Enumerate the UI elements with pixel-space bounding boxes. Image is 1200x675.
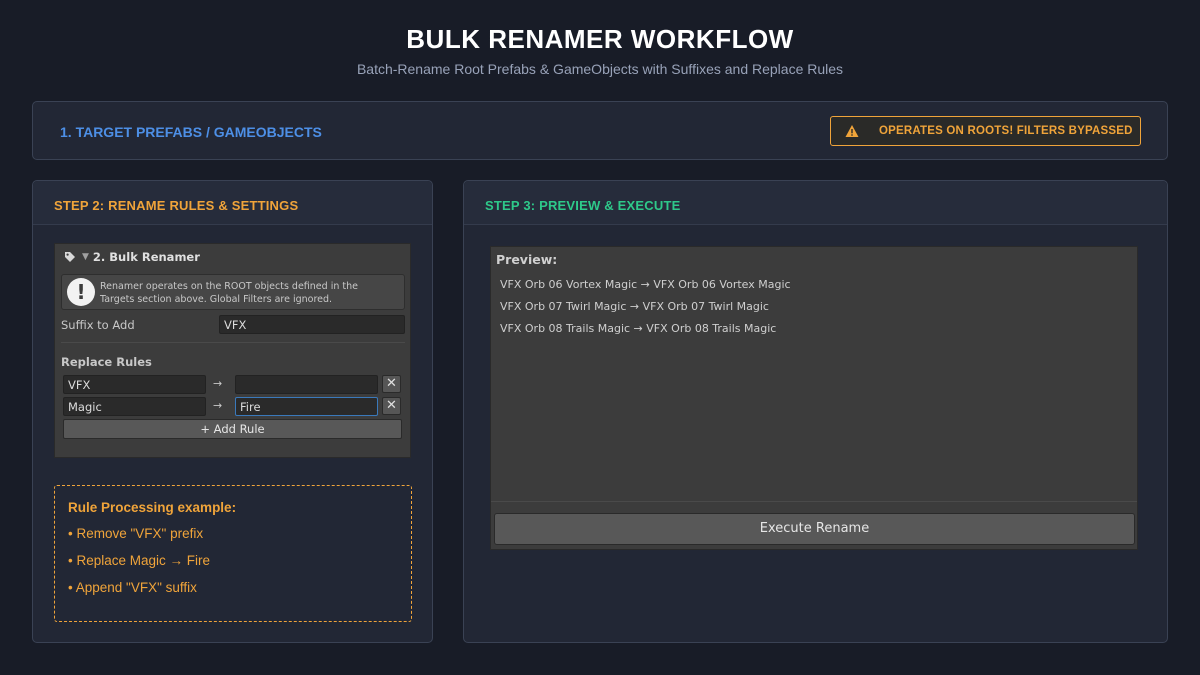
execute-rename-button[interactable]: Execute Rename: [494, 513, 1135, 545]
section-divider: [61, 342, 405, 343]
preview-execute-panel: STEP 3: PREVIEW & EXECUTE Preview: VFX O…: [463, 180, 1168, 643]
preview-divider: [491, 501, 1137, 502]
rule-replace-input[interactable]: [235, 375, 378, 394]
page-subtitle: Batch-Rename Root Prefabs & GameObjects …: [356, 61, 844, 77]
target-panel: 1. TARGET PREFABS / GAMEOBJECTS OPERATES…: [32, 101, 1168, 160]
rule-arrow-icon: →: [213, 377, 223, 390]
suffix-label: Suffix to Add: [61, 318, 135, 332]
suffix-input[interactable]: VFX: [219, 315, 405, 334]
rule-example-line: • Replace Magic → Fire: [68, 553, 211, 568]
preview-line: VFX Orb 06 Vortex Magic → VFX Orb 06 Vor…: [500, 278, 791, 291]
preview-line: VFX Orb 08 Trails Magic → VFX Orb 08 Tra…: [500, 322, 777, 335]
rule-arrow-icon: →: [213, 399, 223, 412]
info-exclamation-icon: !: [67, 278, 95, 306]
preview-area: Preview: VFX Orb 06 Vortex Magic → VFX O…: [490, 246, 1138, 550]
page-title: BULK RENAMER WORKFLOW: [406, 24, 794, 54]
remove-rule-button[interactable]: ✕: [382, 397, 401, 415]
bulk-renamer-inspector: ▼ 2. Bulk Renamer ! Renamer operates on …: [54, 243, 411, 458]
preview-line: VFX Orb 07 Twirl Magic → VFX Orb 07 Twir…: [500, 300, 769, 313]
remove-rule-button[interactable]: ✕: [382, 375, 401, 393]
target-panel-title: 1. TARGET PREFABS / GAMEOBJECTS: [60, 124, 322, 140]
rule-find-input[interactable]: VFX: [63, 375, 206, 394]
preview-label: Preview:: [496, 252, 558, 267]
foldout-arrow-icon: ▼: [82, 252, 89, 262]
roots-warning-badge: OPERATES ON ROOTS! FILTERS BYPASSED: [830, 116, 1141, 146]
rule-replace-input[interactable]: Fire: [235, 397, 378, 416]
preview-execute-panel-title: STEP 3: PREVIEW & EXECUTE: [464, 181, 1167, 225]
help-box: ! Renamer operates on the ROOT objects d…: [61, 274, 405, 310]
help-text: Renamer operates on the ROOT objects def…: [100, 281, 358, 305]
rule-example-line: • Append "VFX" suffix: [68, 580, 197, 595]
rule-example-title: Rule Processing example:: [68, 500, 237, 515]
rule-find-input[interactable]: Magic: [63, 397, 206, 416]
warning-triangle-icon: [845, 125, 859, 137]
replace-rules-label: Replace Rules: [61, 355, 152, 369]
rule-example-box: Rule Processing example: • Remove "VFX" …: [54, 485, 412, 622]
roots-warning-text: OPERATES ON ROOTS! FILTERS BYPASSED: [879, 125, 1133, 137]
rename-rules-panel: STEP 2: RENAME RULES & SETTINGS ▼ 2. Bul…: [32, 180, 433, 643]
tag-icon: [65, 252, 75, 262]
bulk-renamer-header-label: 2. Bulk Renamer: [92, 250, 200, 264]
rule-example-line: • Remove "VFX" prefix: [68, 526, 204, 541]
rename-rules-panel-title: STEP 2: RENAME RULES & SETTINGS: [33, 181, 432, 225]
add-rule-button[interactable]: + Add Rule: [63, 419, 402, 439]
bulk-renamer-foldout[interactable]: ▼ 2. Bulk Renamer: [55, 244, 410, 270]
